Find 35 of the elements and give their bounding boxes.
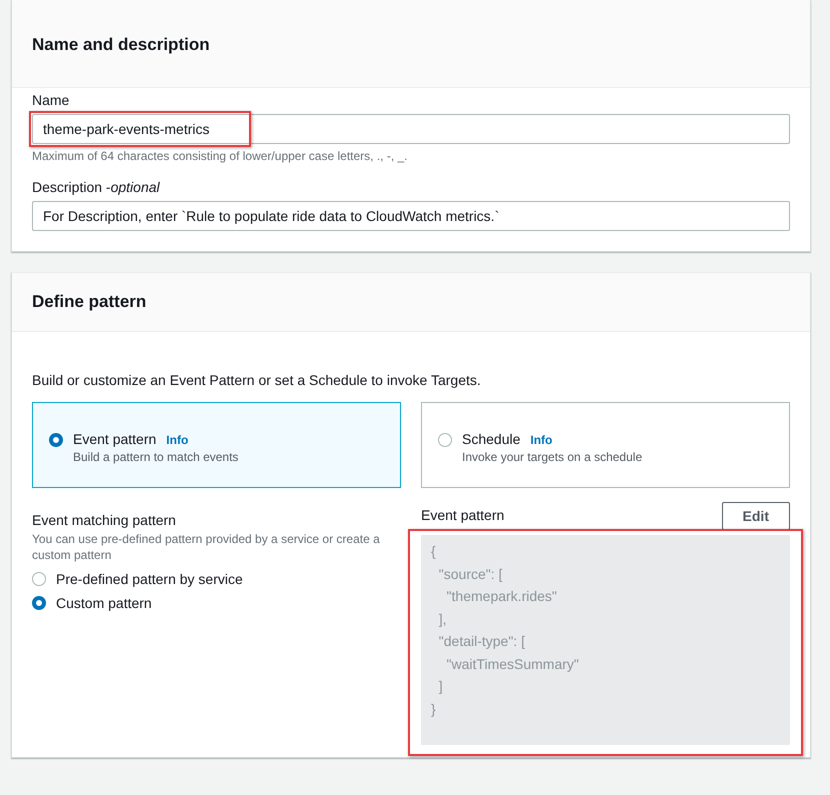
option-title: Schedule [462, 431, 520, 447]
group-description: You can use pre-defined pattern provided by a service or create a custom pattern [32, 531, 381, 563]
editor-label: Event pattern [421, 507, 504, 523]
option-description: Build a pattern to match events [73, 450, 238, 464]
info-link[interactable]: Info [166, 433, 188, 447]
description-input-field[interactable]: For Description, enter `Rule to populate ride data to CloudWatch metrics.` [32, 201, 790, 231]
radio-label[interactable]: Custom pattern [56, 595, 152, 611]
radio-button[interactable] [49, 433, 63, 447]
radio-button[interactable] [32, 596, 46, 610]
code-line: { [431, 542, 437, 561]
section-title: Define pattern [32, 292, 148, 312]
code-line: "themepark.rides" [446, 587, 558, 606]
option-tile[interactable]: Event pattern Info Build a pattern to match events [32, 402, 401, 488]
code-line: "waitTimesSummary" [446, 654, 580, 674]
option-tile[interactable]: Schedule Info Invoke your targets on a schedule [421, 402, 790, 488]
code-line: "source": [ [438, 564, 504, 584]
option-description: Invoke your targets on a schedule [462, 450, 642, 464]
field-label: Name [32, 92, 70, 108]
option-title: Event pattern [73, 431, 156, 447]
field-label: Description - [32, 179, 111, 195]
field-hint: Maximum of 64 charactes consisting of lower/upper case letters, ., -, _. [32, 149, 408, 163]
radio-button[interactable] [438, 433, 452, 447]
optional-label: optional [110, 179, 160, 195]
name-input-field[interactable]: theme-park-events-metrics [32, 114, 790, 144]
intro-text: Build or customize an Event Pattern or set a Schedule to invoke Targets. [32, 372, 482, 388]
radio-label[interactable]: Pre-defined pattern by service [56, 571, 243, 587]
code-line: ], [438, 610, 448, 629]
section-title: Name and description [32, 35, 211, 55]
radio-button[interactable] [32, 572, 46, 586]
info-link[interactable]: Info [530, 433, 552, 447]
code-line: } [431, 700, 437, 719]
code-line: "detail-type": [ [438, 632, 526, 651]
edit-button[interactable]: Edit [722, 502, 790, 530]
group-title: Event matching pattern [32, 512, 177, 528]
code-line: ] [438, 677, 444, 696]
